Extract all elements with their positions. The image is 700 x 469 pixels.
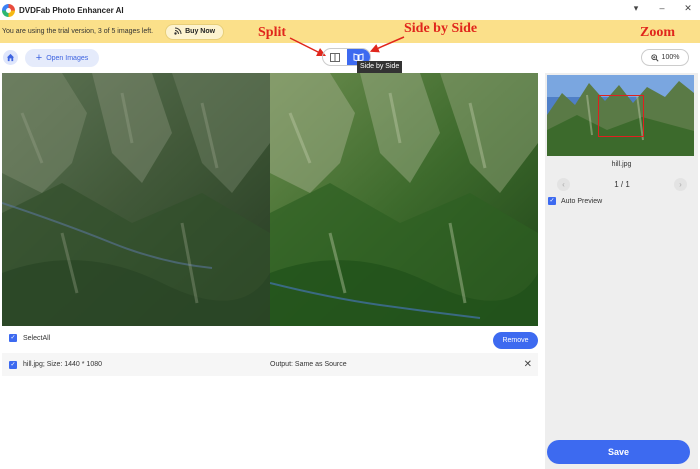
auto-preview-checkbox[interactable]: ✓ — [548, 197, 556, 205]
annotation-split: Split — [258, 25, 287, 40]
original-image-pane — [2, 73, 270, 326]
window-controls: ▾ – ✕ — [630, 3, 694, 14]
file-info: hill.jpg; Size: 1440 * 1080 — [23, 361, 102, 368]
check-icon: ✓ — [10, 335, 16, 341]
preview-file-name: hill.jpg — [611, 161, 632, 168]
title-bar: DVDFab Photo Enhancer AI ▾ – ✕ — [0, 0, 700, 20]
save-button[interactable]: Save — [547, 440, 690, 464]
chevron-left-icon: ‹ — [562, 179, 565, 189]
remove-file-icon[interactable]: ✕ — [524, 359, 532, 370]
select-all-checkbox[interactable]: ✓ — [9, 334, 17, 342]
trial-banner: You are using the trial version, 3 of 5 … — [0, 20, 700, 43]
split-view-button[interactable] — [323, 49, 347, 65]
image-viewer[interactable] — [2, 73, 538, 326]
select-all-label: SelectAll — [23, 334, 51, 342]
annotation-zoom: Zoom — [640, 25, 675, 40]
remove-button[interactable]: Remove — [493, 332, 538, 349]
close-icon[interactable]: ✕ — [682, 3, 694, 14]
app-title: DVDFab Photo Enhancer AI — [19, 5, 124, 15]
open-images-button[interactable]: + Open Images — [25, 49, 99, 67]
chevron-right-icon: › — [679, 179, 682, 189]
mountain-photo-original — [2, 73, 270, 326]
trial-message: You are using the trial version, 3 of 5 … — [2, 28, 154, 35]
enhanced-image-pane — [270, 73, 538, 326]
app-window: DVDFab Photo Enhancer AI ▾ – ✕ You are u… — [0, 0, 700, 469]
check-icon: ✓ — [10, 361, 16, 368]
auto-preview-label: Auto Preview — [561, 197, 603, 205]
minimize-icon[interactable]: – — [656, 3, 668, 14]
page-indicator: 1 / 1 — [614, 179, 630, 189]
file-checkbox[interactable]: ✓ — [9, 360, 17, 369]
pager: ‹ 1 / 1 › — [557, 177, 687, 191]
zoom-region-frame[interactable] — [598, 95, 644, 137]
annotation-side-by-side: Side by Side — [404, 21, 478, 36]
select-all-row: ✓ SelectAll — [9, 334, 50, 342]
preview-panel: hill.jpg ‹ 1 / 1 › ✓ Auto Preview Save — [545, 73, 698, 469]
menu-dropdown-icon[interactable]: ▾ — [630, 3, 642, 14]
file-list-item[interactable]: ✓ hill.jpg; Size: 1440 * 1080 Output: Sa… — [2, 353, 538, 376]
zoom-level: 100% — [661, 54, 680, 61]
zoom-icon — [650, 53, 659, 62]
file-output-setting[interactable]: Output: Same as Source — [270, 361, 347, 368]
zoom-button[interactable]: 100% — [641, 49, 689, 66]
buy-now-label: Buy Now — [185, 28, 216, 35]
open-images-label: Open Images — [46, 54, 89, 62]
plus-icon: + — [35, 51, 43, 64]
auto-preview-row: ✓ Auto Preview — [548, 197, 602, 205]
home-icon — [6, 53, 15, 62]
previous-page-button[interactable]: ‹ — [557, 177, 570, 191]
home-button[interactable] — [3, 50, 18, 65]
check-icon: ✓ — [549, 198, 555, 204]
split-view-icon — [329, 52, 340, 62]
mountain-photo-enhanced — [270, 73, 538, 326]
buy-now-button[interactable]: Buy Now — [165, 23, 225, 40]
preview-thumbnail[interactable] — [547, 75, 694, 156]
app-logo-icon — [2, 3, 15, 17]
side-by-side-tooltip: Side by Side — [357, 61, 403, 73]
next-page-button[interactable]: › — [673, 177, 687, 191]
rss-icon — [174, 27, 182, 37]
